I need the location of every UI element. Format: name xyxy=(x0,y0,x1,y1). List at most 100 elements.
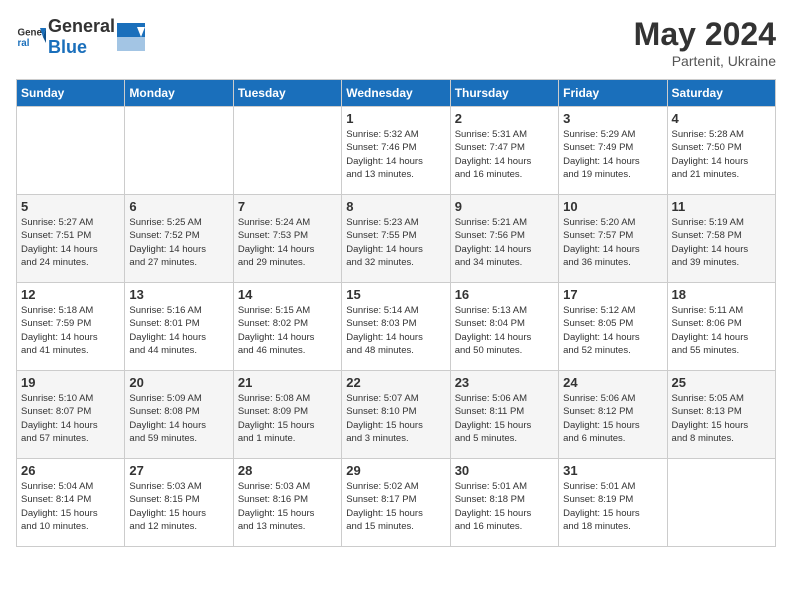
calendar-location: Partenit, Ukraine xyxy=(634,53,776,69)
day-number: 12 xyxy=(21,287,120,302)
day-info: Sunrise: 5:04 AM Sunset: 8:14 PM Dayligh… xyxy=(21,480,120,533)
table-row: 27 Sunrise: 5:03 AM Sunset: 8:15 PM Dayli… xyxy=(125,459,233,547)
day-number: 18 xyxy=(672,287,771,302)
table-row: 4 Sunrise: 5:28 AM Sunset: 7:50 PM Daylig… xyxy=(667,107,775,195)
day-number: 25 xyxy=(672,375,771,390)
day-number: 16 xyxy=(455,287,554,302)
table-row: 1 Sunrise: 5:32 AM Sunset: 7:46 PM Daylig… xyxy=(342,107,450,195)
day-info: Sunrise: 5:05 AM Sunset: 8:13 PM Dayligh… xyxy=(672,392,771,445)
day-info: Sunrise: 5:31 AM Sunset: 7:47 PM Dayligh… xyxy=(455,128,554,181)
day-info: Sunrise: 5:24 AM Sunset: 7:53 PM Dayligh… xyxy=(238,216,337,269)
table-row: 18 Sunrise: 5:11 AM Sunset: 8:06 PM Dayli… xyxy=(667,283,775,371)
day-number: 10 xyxy=(563,199,662,214)
day-number: 28 xyxy=(238,463,337,478)
header-tuesday: Tuesday xyxy=(233,80,341,107)
calendar-title: May 2024 xyxy=(634,16,776,53)
header-thursday: Thursday xyxy=(450,80,558,107)
day-number: 5 xyxy=(21,199,120,214)
logo-ral-text: ral xyxy=(93,16,115,36)
table-row: 17Sunrise: 5:12 AM Sunset: 8:05 PM Dayli… xyxy=(559,283,667,371)
table-row: 16 Sunrise: 5:13 AM Sunset: 8:04 PM Dayli… xyxy=(450,283,558,371)
header-sunday: Sunday xyxy=(17,80,125,107)
day-number: 26 xyxy=(21,463,120,478)
table-row: 12 Sunrise: 5:18 AM Sunset: 7:59 PM Dayli… xyxy=(17,283,125,371)
calendar-table: Sunday Monday Tuesday Wednesday Thursday… xyxy=(16,79,776,547)
table-row: 26 Sunrise: 5:04 AM Sunset: 8:14 PM Dayli… xyxy=(17,459,125,547)
day-info: Sunrise: 5:23 AM Sunset: 7:55 PM Dayligh… xyxy=(346,216,445,269)
table-row: 8 Sunrise: 5:23 AM Sunset: 7:55 PM Daylig… xyxy=(342,195,450,283)
table-row: 15Sunrise: 5:14 AM Sunset: 8:03 PM Dayli… xyxy=(342,283,450,371)
day-info: Sunrise: 5:29 AM Sunset: 7:49 PM Dayligh… xyxy=(563,128,662,181)
calendar-week-row: 5Sunrise: 5:27 AM Sunset: 7:51 PM Daylig… xyxy=(17,195,776,283)
table-row xyxy=(233,107,341,195)
table-row xyxy=(667,459,775,547)
day-info: Sunrise: 5:01 AM Sunset: 8:18 PM Dayligh… xyxy=(455,480,554,533)
day-number: 24 xyxy=(563,375,662,390)
day-info: Sunrise: 5:20 AM Sunset: 7:57 PM Dayligh… xyxy=(563,216,662,269)
table-row: 22 Sunrise: 5:07 AM Sunset: 8:10 PM Dayli… xyxy=(342,371,450,459)
logo-blue-text: Blue xyxy=(48,37,87,57)
table-row: 10 Sunrise: 5:20 AM Sunset: 7:57 PM Dayli… xyxy=(559,195,667,283)
weekday-header-row: Sunday Monday Tuesday Wednesday Thursday… xyxy=(17,80,776,107)
day-info: Sunrise: 5:19 AM Sunset: 7:58 PM Dayligh… xyxy=(672,216,771,269)
table-row: 13Sunrise: 5:16 AM Sunset: 8:01 PM Dayli… xyxy=(125,283,233,371)
table-row: 29 Sunrise: 5:02 AM Sunset: 8:17 PM Dayli… xyxy=(342,459,450,547)
calendar-week-row: 1 Sunrise: 5:32 AM Sunset: 7:46 PM Daylig… xyxy=(17,107,776,195)
day-number: 17 xyxy=(563,287,662,302)
table-row: 30 Sunrise: 5:01 AM Sunset: 8:18 PM Dayli… xyxy=(450,459,558,547)
day-number: 29 xyxy=(346,463,445,478)
day-info: Sunrise: 5:32 AM Sunset: 7:46 PM Dayligh… xyxy=(346,128,445,181)
day-info: Sunrise: 5:06 AM Sunset: 8:12 PM Dayligh… xyxy=(563,392,662,445)
day-number: 21 xyxy=(238,375,337,390)
day-number: 6 xyxy=(129,199,228,214)
day-info: Sunrise: 5:18 AM Sunset: 7:59 PM Dayligh… xyxy=(21,304,120,357)
day-number: 2 xyxy=(455,111,554,126)
page-header: Gene ral General Blue May 2024 Partenit,… xyxy=(16,16,776,69)
table-row xyxy=(125,107,233,195)
day-info: Sunrise: 5:14 AM Sunset: 8:03 PM Dayligh… xyxy=(346,304,445,357)
day-info: Sunrise: 5:03 AM Sunset: 8:15 PM Dayligh… xyxy=(129,480,228,533)
day-info: Sunrise: 5:08 AM Sunset: 8:09 PM Dayligh… xyxy=(238,392,337,445)
table-row: 21 Sunrise: 5:08 AM Sunset: 8:09 PM Dayli… xyxy=(233,371,341,459)
header-monday: Monday xyxy=(125,80,233,107)
day-number: 27 xyxy=(129,463,228,478)
table-row: 9Sunrise: 5:21 AM Sunset: 7:56 PM Daylig… xyxy=(450,195,558,283)
svg-text:ral: ral xyxy=(18,38,30,49)
day-info: Sunrise: 5:01 AM Sunset: 8:19 PM Dayligh… xyxy=(563,480,662,533)
table-row: 24 Sunrise: 5:06 AM Sunset: 8:12 PM Dayli… xyxy=(559,371,667,459)
svg-text:Gene: Gene xyxy=(18,28,43,39)
day-info: Sunrise: 5:06 AM Sunset: 8:11 PM Dayligh… xyxy=(455,392,554,445)
day-info: Sunrise: 5:13 AM Sunset: 8:04 PM Dayligh… xyxy=(455,304,554,357)
calendar-week-row: 12 Sunrise: 5:18 AM Sunset: 7:59 PM Dayli… xyxy=(17,283,776,371)
table-row: 25 Sunrise: 5:05 AM Sunset: 8:13 PM Dayli… xyxy=(667,371,775,459)
logo: Gene ral General Blue xyxy=(16,16,145,58)
day-number: 19 xyxy=(21,375,120,390)
table-row: 23 Sunrise: 5:06 AM Sunset: 8:11 PM Dayli… xyxy=(450,371,558,459)
calendar-week-row: 19Sunrise: 5:10 AM Sunset: 8:07 PM Dayli… xyxy=(17,371,776,459)
day-info: Sunrise: 5:11 AM Sunset: 8:06 PM Dayligh… xyxy=(672,304,771,357)
day-info: Sunrise: 5:07 AM Sunset: 8:10 PM Dayligh… xyxy=(346,392,445,445)
day-number: 1 xyxy=(346,111,445,126)
table-row: 20Sunrise: 5:09 AM Sunset: 8:08 PM Dayli… xyxy=(125,371,233,459)
table-row: 2 Sunrise: 5:31 AM Sunset: 7:47 PM Daylig… xyxy=(450,107,558,195)
day-number: 23 xyxy=(455,375,554,390)
day-info: Sunrise: 5:28 AM Sunset: 7:50 PM Dayligh… xyxy=(672,128,771,181)
table-row: 7 Sunrise: 5:24 AM Sunset: 7:53 PM Daylig… xyxy=(233,195,341,283)
logo-general-text: Gene xyxy=(48,16,93,36)
table-row: 5Sunrise: 5:27 AM Sunset: 7:51 PM Daylig… xyxy=(17,195,125,283)
table-row: 28Sunrise: 5:03 AM Sunset: 8:16 PM Dayli… xyxy=(233,459,341,547)
table-row: 11Sunrise: 5:19 AM Sunset: 7:58 PM Dayli… xyxy=(667,195,775,283)
day-number: 7 xyxy=(238,199,337,214)
day-number: 4 xyxy=(672,111,771,126)
table-row: 19Sunrise: 5:10 AM Sunset: 8:07 PM Dayli… xyxy=(17,371,125,459)
day-info: Sunrise: 5:02 AM Sunset: 8:17 PM Dayligh… xyxy=(346,480,445,533)
day-number: 8 xyxy=(346,199,445,214)
day-info: Sunrise: 5:25 AM Sunset: 7:52 PM Dayligh… xyxy=(129,216,228,269)
day-number: 30 xyxy=(455,463,554,478)
day-info: Sunrise: 5:09 AM Sunset: 8:08 PM Dayligh… xyxy=(129,392,228,445)
table-row xyxy=(17,107,125,195)
header-wednesday: Wednesday xyxy=(342,80,450,107)
day-number: 14 xyxy=(238,287,337,302)
table-row: 3Sunrise: 5:29 AM Sunset: 7:49 PM Daylig… xyxy=(559,107,667,195)
day-number: 22 xyxy=(346,375,445,390)
